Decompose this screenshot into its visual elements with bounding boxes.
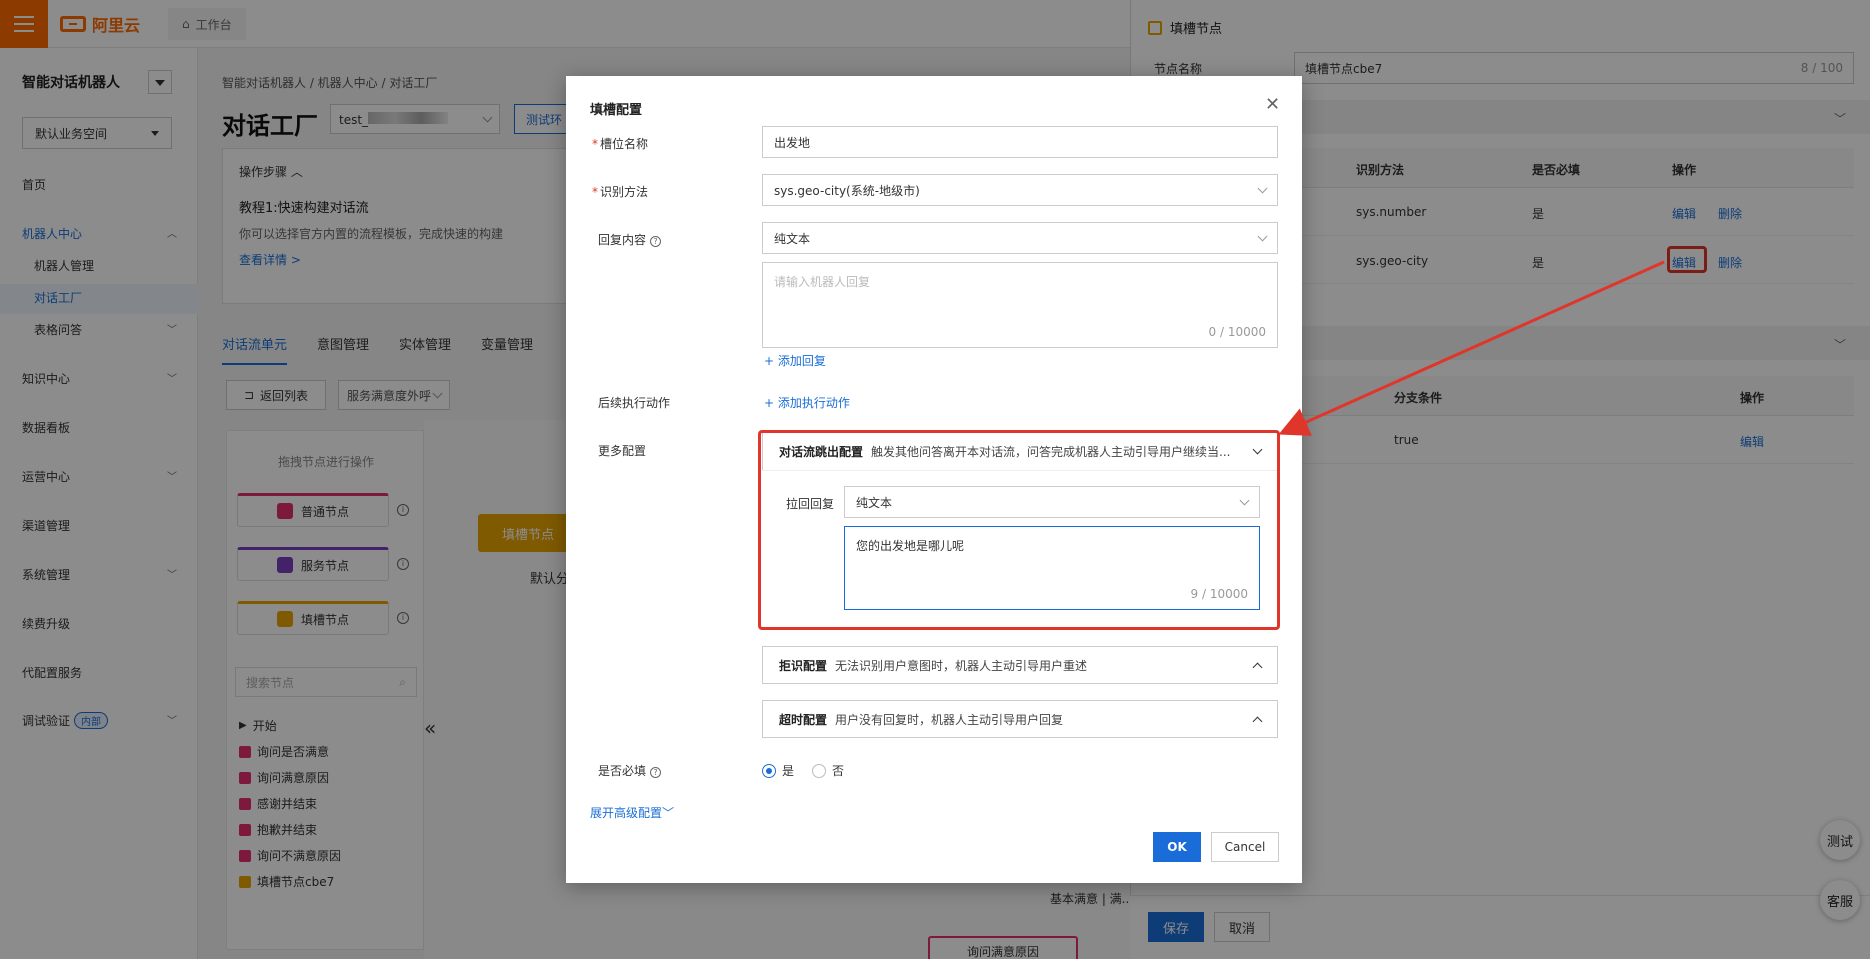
close-icon[interactable]: ✕ bbox=[1265, 94, 1280, 115]
chevron-down-icon bbox=[1257, 231, 1268, 241]
method-label-text: 识别方法 bbox=[600, 185, 649, 199]
timeout-config-header[interactable]: 超时配置 用户没有回复时，机器人主动引导用户回复 bbox=[762, 700, 1278, 738]
help-icon[interactable]: ? bbox=[650, 767, 662, 778]
reply-label-text: 回复内容 bbox=[598, 233, 647, 247]
reject-config-header[interactable]: 拒识配置 无法识别用户意图时，机器人主动引导用户重述 bbox=[762, 646, 1278, 684]
slot-name-value: 出发地 bbox=[774, 135, 811, 150]
modal-title: 填槽配置 bbox=[590, 103, 643, 118]
reply-placeholder: 请输入机器人回复 bbox=[774, 275, 871, 289]
chevron-up-icon bbox=[1252, 662, 1263, 672]
radio-unchecked-icon bbox=[812, 763, 826, 778]
more-config-label: 更多配置 bbox=[598, 444, 647, 458]
required-label: 是否必填? bbox=[598, 762, 662, 779]
reply-label: 回复内容? bbox=[598, 231, 662, 248]
radio-label: 是 bbox=[782, 764, 795, 778]
method-select-value: sys.geo-city(系统-地级市) bbox=[774, 183, 920, 198]
ok-button[interactable]: OK bbox=[1153, 832, 1201, 862]
help-icon[interactable]: ? bbox=[650, 236, 662, 247]
timeout-config-title: 超时配置 bbox=[779, 712, 828, 727]
add-action-link[interactable]: + 添加执行动作 bbox=[764, 394, 850, 411]
chevron-up-icon bbox=[1252, 716, 1263, 726]
slot-name-input[interactable]: 出发地 bbox=[762, 126, 1278, 158]
reject-config-title: 拒识配置 bbox=[779, 658, 828, 673]
radio-checked-icon bbox=[762, 763, 776, 778]
expand-advanced-link[interactable]: 展开高级配置﹀ bbox=[590, 804, 674, 821]
slot-name-label-text: 槽位名称 bbox=[600, 137, 649, 151]
reply-type-select[interactable]: 纯文本 bbox=[762, 222, 1278, 254]
method-select[interactable]: sys.geo-city(系统-地级市) bbox=[762, 174, 1278, 206]
chevron-down-icon bbox=[1257, 183, 1268, 193]
reply-type-value: 纯文本 bbox=[774, 231, 811, 246]
reply-textarea[interactable]: 请输入机器人回复 0 / 10000 bbox=[762, 262, 1278, 348]
cancel-button[interactable]: Cancel bbox=[1211, 832, 1279, 862]
method-label: * 识别方法 bbox=[592, 185, 649, 199]
required-no-radio[interactable]: 否 bbox=[812, 762, 844, 779]
reject-config-desc: 无法识别用户意图时，机器人主动引导用户重述 bbox=[835, 658, 1088, 673]
annotation-highlight-box bbox=[758, 430, 1280, 630]
slot-name-label: * 槽位名称 bbox=[592, 137, 649, 151]
required-label-text: 是否必填 bbox=[598, 764, 647, 778]
timeout-config-desc: 用户没有回复时，机器人主动引导用户回复 bbox=[835, 712, 1064, 727]
chevron-down-icon: ﹀ bbox=[662, 806, 675, 820]
radio-label: 否 bbox=[832, 764, 845, 778]
followup-label: 后续执行动作 bbox=[598, 396, 671, 410]
add-reply-link[interactable]: + 添加回复 bbox=[764, 352, 826, 369]
advanced-link-text: 展开高级配置 bbox=[590, 806, 663, 820]
required-yes-radio[interactable]: 是 bbox=[762, 762, 794, 779]
reply-count: 0 / 10000 bbox=[1208, 325, 1266, 339]
